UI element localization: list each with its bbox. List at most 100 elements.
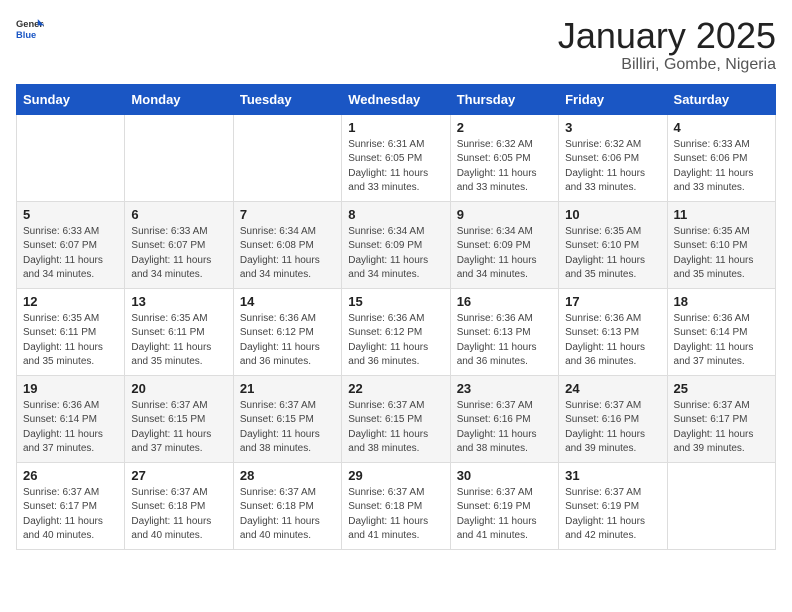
calendar-cell: 25 Sunrise: 6:37 AM Sunset: 6:17 PM Dayli… bbox=[667, 375, 775, 462]
day-info: Sunrise: 6:34 AM Sunset: 6:08 PM Dayligh… bbox=[240, 225, 335, 283]
day-number: 5 bbox=[23, 207, 118, 222]
day-number: 2 bbox=[457, 120, 552, 135]
title-block: January 2025 Billiri, Gombe, Nigeria bbox=[558, 16, 776, 74]
calendar-cell: 29Sunrise: 6:37 AM Sunset: 6:18 PM Dayli… bbox=[342, 462, 450, 549]
day-number: 9 bbox=[457, 207, 552, 222]
day-info: Sunrise: 6:37 AM Sunset: 6:15 PM Dayligh… bbox=[240, 399, 335, 457]
calendar-table: SundayMondayTuesdayWednesdayThursdayFrid… bbox=[16, 84, 776, 550]
calendar-cell: 1 Sunrise: 6:31 AM Sunset: 6:05 PM Daylig… bbox=[342, 114, 450, 201]
day-info: Sunrise: 6:32 AM Sunset: 6:06 PM Dayligh… bbox=[565, 138, 660, 196]
calendar-location: Billiri, Gombe, Nigeria bbox=[558, 56, 776, 74]
day-info: Sunrise: 6:32 AM Sunset: 6:05 PM Dayligh… bbox=[457, 138, 552, 196]
day-number: 20 bbox=[131, 381, 226, 396]
calendar-cell bbox=[667, 462, 775, 549]
day-number: 16 bbox=[457, 294, 552, 309]
day-number: 10 bbox=[565, 207, 660, 222]
calendar-cell: 15Sunrise: 6:36 AM Sunset: 6:12 PM Dayli… bbox=[342, 288, 450, 375]
day-info: Sunrise: 6:36 AM Sunset: 6:12 PM Dayligh… bbox=[240, 312, 335, 370]
calendar-cell: 16 Sunrise: 6:36 AM Sunset: 6:13 PM Dayli… bbox=[450, 288, 558, 375]
day-number: 26 bbox=[23, 468, 118, 483]
day-number: 18 bbox=[674, 294, 769, 309]
weekday-header-row: SundayMondayTuesdayWednesdayThursdayFrid… bbox=[17, 84, 776, 114]
day-info: Sunrise: 6:37 AM Sunset: 6:15 PM Dayligh… bbox=[348, 399, 443, 457]
calendar-cell: 22Sunrise: 6:37 AM Sunset: 6:15 PM Dayli… bbox=[342, 375, 450, 462]
logo: General Blue bbox=[16, 16, 44, 44]
week-row-2: 5 Sunrise: 6:33 AM Sunset: 6:07 PM Daylig… bbox=[17, 201, 776, 288]
day-number: 19 bbox=[23, 381, 118, 396]
day-info: Sunrise: 6:37 AM Sunset: 6:16 PM Dayligh… bbox=[565, 399, 660, 457]
day-info: Sunrise: 6:37 AM Sunset: 6:18 PM Dayligh… bbox=[348, 486, 443, 544]
day-info: Sunrise: 6:33 AM Sunset: 6:07 PM Dayligh… bbox=[23, 225, 118, 283]
weekday-header-thursday: Thursday bbox=[450, 84, 558, 114]
day-number: 7 bbox=[240, 207, 335, 222]
day-number: 23 bbox=[457, 381, 552, 396]
calendar-cell: 26Sunrise: 6:37 AM Sunset: 6:17 PM Dayli… bbox=[17, 462, 125, 549]
week-row-4: 19 Sunrise: 6:36 AM Sunset: 6:14 PM Dayli… bbox=[17, 375, 776, 462]
calendar-title: January 2025 bbox=[558, 16, 776, 56]
calendar-cell: 23 Sunrise: 6:37 AM Sunset: 6:16 PM Dayli… bbox=[450, 375, 558, 462]
day-number: 17 bbox=[565, 294, 660, 309]
day-number: 24 bbox=[565, 381, 660, 396]
weekday-header-tuesday: Tuesday bbox=[233, 84, 341, 114]
week-row-1: 1 Sunrise: 6:31 AM Sunset: 6:05 PM Daylig… bbox=[17, 114, 776, 201]
calendar-cell: 24 Sunrise: 6:37 AM Sunset: 6:16 PM Dayli… bbox=[559, 375, 667, 462]
day-number: 13 bbox=[131, 294, 226, 309]
day-info: Sunrise: 6:37 AM Sunset: 6:17 PM Dayligh… bbox=[674, 399, 769, 457]
calendar-cell: 5 Sunrise: 6:33 AM Sunset: 6:07 PM Daylig… bbox=[17, 201, 125, 288]
day-number: 14 bbox=[240, 294, 335, 309]
calendar-cell: 11Sunrise: 6:35 AM Sunset: 6:10 PM Dayli… bbox=[667, 201, 775, 288]
day-info: Sunrise: 6:37 AM Sunset: 6:19 PM Dayligh… bbox=[565, 486, 660, 544]
day-info: Sunrise: 6:35 AM Sunset: 6:10 PM Dayligh… bbox=[674, 225, 769, 283]
calendar-cell: 9 Sunrise: 6:34 AM Sunset: 6:09 PM Daylig… bbox=[450, 201, 558, 288]
day-info: Sunrise: 6:36 AM Sunset: 6:14 PM Dayligh… bbox=[674, 312, 769, 370]
day-number: 27 bbox=[131, 468, 226, 483]
calendar-cell: 10Sunrise: 6:35 AM Sunset: 6:10 PM Dayli… bbox=[559, 201, 667, 288]
day-info: Sunrise: 6:37 AM Sunset: 6:18 PM Dayligh… bbox=[240, 486, 335, 544]
day-info: Sunrise: 6:37 AM Sunset: 6:15 PM Dayligh… bbox=[131, 399, 226, 457]
calendar-cell bbox=[125, 114, 233, 201]
calendar-cell: 18 Sunrise: 6:36 AM Sunset: 6:14 PM Dayli… bbox=[667, 288, 775, 375]
day-info: Sunrise: 6:36 AM Sunset: 6:13 PM Dayligh… bbox=[565, 312, 660, 370]
day-number: 4 bbox=[674, 120, 769, 135]
day-info: Sunrise: 6:36 AM Sunset: 6:14 PM Dayligh… bbox=[23, 399, 118, 457]
weekday-header-wednesday: Wednesday bbox=[342, 84, 450, 114]
weekday-header-saturday: Saturday bbox=[667, 84, 775, 114]
weekday-header-friday: Friday bbox=[559, 84, 667, 114]
day-number: 21 bbox=[240, 381, 335, 396]
day-info: Sunrise: 6:31 AM Sunset: 6:05 PM Dayligh… bbox=[348, 138, 443, 196]
logo-icon: General Blue bbox=[16, 16, 44, 44]
day-info: Sunrise: 6:37 AM Sunset: 6:16 PM Dayligh… bbox=[457, 399, 552, 457]
calendar-cell: 2 Sunrise: 6:32 AM Sunset: 6:05 PM Daylig… bbox=[450, 114, 558, 201]
calendar-cell: 20 Sunrise: 6:37 AM Sunset: 6:15 PM Dayli… bbox=[125, 375, 233, 462]
day-info: Sunrise: 6:36 AM Sunset: 6:13 PM Dayligh… bbox=[457, 312, 552, 370]
calendar-cell: 19 Sunrise: 6:36 AM Sunset: 6:14 PM Dayli… bbox=[17, 375, 125, 462]
calendar-cell: 27 Sunrise: 6:37 AM Sunset: 6:18 PM Dayli… bbox=[125, 462, 233, 549]
day-number: 1 bbox=[348, 120, 443, 135]
calendar-cell: 6 Sunrise: 6:33 AM Sunset: 6:07 PM Daylig… bbox=[125, 201, 233, 288]
day-info: Sunrise: 6:37 AM Sunset: 6:19 PM Dayligh… bbox=[457, 486, 552, 544]
calendar-cell bbox=[233, 114, 341, 201]
calendar-cell: 17 Sunrise: 6:36 AM Sunset: 6:13 PM Dayli… bbox=[559, 288, 667, 375]
day-info: Sunrise: 6:34 AM Sunset: 6:09 PM Dayligh… bbox=[348, 225, 443, 283]
day-number: 6 bbox=[131, 207, 226, 222]
day-number: 30 bbox=[457, 468, 552, 483]
day-info: Sunrise: 6:35 AM Sunset: 6:11 PM Dayligh… bbox=[23, 312, 118, 370]
page-header: General Blue January 2025 Billiri, Gombe… bbox=[16, 16, 776, 74]
day-number: 25 bbox=[674, 381, 769, 396]
day-info: Sunrise: 6:37 AM Sunset: 6:18 PM Dayligh… bbox=[131, 486, 226, 544]
week-row-5: 26Sunrise: 6:37 AM Sunset: 6:17 PM Dayli… bbox=[17, 462, 776, 549]
calendar-cell: 14 Sunrise: 6:36 AM Sunset: 6:12 PM Dayli… bbox=[233, 288, 341, 375]
calendar-cell bbox=[17, 114, 125, 201]
day-info: Sunrise: 6:34 AM Sunset: 6:09 PM Dayligh… bbox=[457, 225, 552, 283]
day-number: 8 bbox=[348, 207, 443, 222]
day-number: 3 bbox=[565, 120, 660, 135]
day-info: Sunrise: 6:35 AM Sunset: 6:11 PM Dayligh… bbox=[131, 312, 226, 370]
day-info: Sunrise: 6:33 AM Sunset: 6:07 PM Dayligh… bbox=[131, 225, 226, 283]
calendar-cell: 3 Sunrise: 6:32 AM Sunset: 6:06 PM Daylig… bbox=[559, 114, 667, 201]
day-number: 12 bbox=[23, 294, 118, 309]
day-info: Sunrise: 6:33 AM Sunset: 6:06 PM Dayligh… bbox=[674, 138, 769, 196]
weekday-header-sunday: Sunday bbox=[17, 84, 125, 114]
calendar-cell: 28Sunrise: 6:37 AM Sunset: 6:18 PM Dayli… bbox=[233, 462, 341, 549]
calendar-cell: 21 Sunrise: 6:37 AM Sunset: 6:15 PM Dayli… bbox=[233, 375, 341, 462]
day-number: 31 bbox=[565, 468, 660, 483]
